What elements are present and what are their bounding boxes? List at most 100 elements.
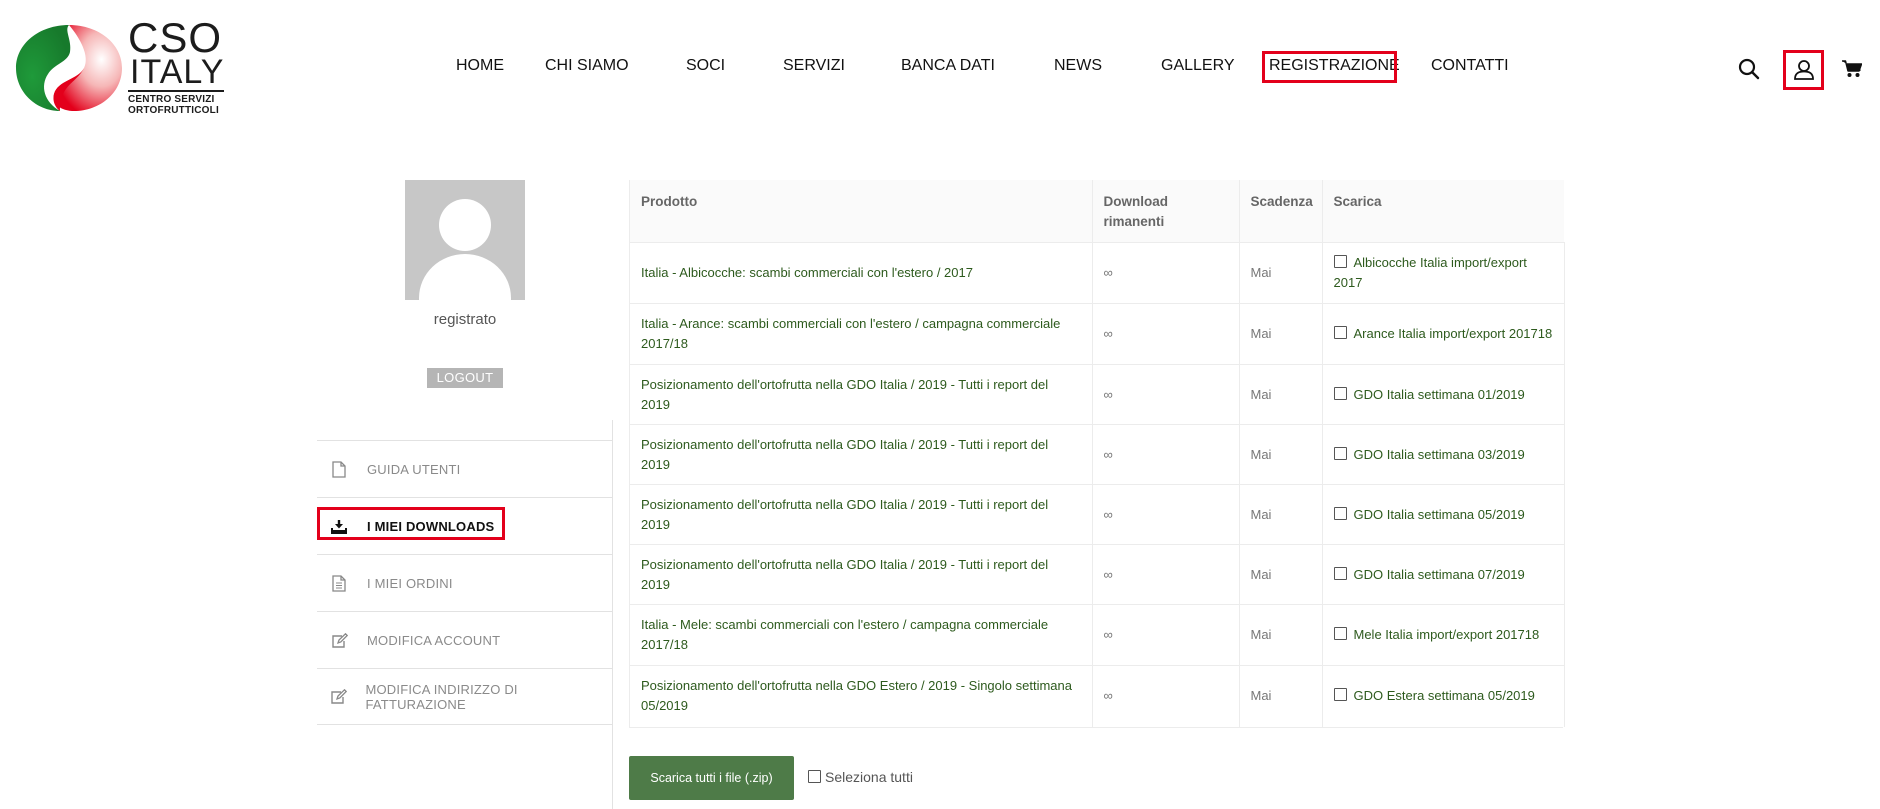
- search-icon[interactable]: [1738, 58, 1760, 80]
- menu-item-label: I MIEI ORDINI: [367, 575, 453, 591]
- menu-item-i-miei-ordini[interactable]: I MIEI ORDINI: [317, 554, 613, 611]
- menu-item-label: MODIFICA INDIRIZZO DI FATTURAZIONE: [365, 681, 518, 712]
- column-header-prodotto: Prodotto: [630, 180, 1093, 243]
- product-link[interactable]: Italia - Mele: scambi commerciali con l'…: [630, 604, 1093, 666]
- account-menu: GUIDA UTENTI I MIEI DOWNLOADS I MIEI ORD…: [317, 440, 613, 725]
- product-link[interactable]: Posizionamento dell'ortofrutta nella GDO…: [630, 665, 1093, 727]
- orders-icon: [317, 574, 361, 592]
- download-cell: Mele Italia import/export 201718: [1322, 604, 1565, 666]
- nav-contatti[interactable]: CONTATTI: [1431, 56, 1509, 76]
- download-checkbox[interactable]: [1333, 506, 1347, 520]
- table-row: Posizionamento dell'ortofrutta nella GDO…: [630, 364, 1565, 425]
- product-link[interactable]: Posizionamento dell'ortofrutta nella GDO…: [630, 424, 1093, 485]
- nav-news[interactable]: NEWS: [1054, 56, 1102, 76]
- expiry: Mai: [1239, 364, 1323, 425]
- table-row: Posizionamento dell'ortofrutta nella GDO…: [630, 484, 1565, 545]
- downloads-remaining: ∞: [1092, 242, 1240, 304]
- nav-home[interactable]: HOME: [456, 56, 504, 76]
- expiry: Mai: [1239, 484, 1323, 545]
- nav-soci[interactable]: SOCI: [686, 56, 725, 76]
- nav-banca-dati[interactable]: BANCA DATI: [901, 56, 995, 76]
- nav-registrazione-highlight: [1262, 51, 1397, 83]
- downloads-remaining: ∞: [1092, 303, 1240, 365]
- download-cell: GDO Italia settimana 05/2019: [1322, 484, 1565, 545]
- download-checkbox[interactable]: [1333, 566, 1347, 580]
- nav-gallery[interactable]: GALLERY: [1161, 56, 1235, 76]
- download-link[interactable]: Albicocche Italia import/export 2017: [1334, 255, 1527, 290]
- download-checkbox[interactable]: [1333, 688, 1347, 702]
- downloads-remaining: ∞: [1092, 484, 1240, 545]
- active-menu-highlight: [317, 507, 505, 540]
- cart-icon[interactable]: [1842, 60, 1862, 78]
- nav-chi-siamo[interactable]: CHI SIAMO: [545, 56, 629, 76]
- table-row: Italia - Arance: scambi commerciali con …: [630, 303, 1565, 365]
- downloads-remaining: ∞: [1092, 424, 1240, 485]
- avatar: [405, 180, 525, 300]
- product-link[interactable]: Posizionamento dell'ortofrutta nella GDO…: [630, 364, 1093, 425]
- expiry: Mai: [1239, 604, 1323, 666]
- logo-tagline: CENTRO SERVIZI ORTOFRUTTICOLI: [128, 90, 225, 116]
- download-checkbox[interactable]: [1333, 255, 1347, 268]
- expiry: Mai: [1239, 544, 1323, 605]
- table-row: Italia - Albicocche: scambi commerciali …: [630, 242, 1565, 304]
- nav-servizi[interactable]: SERVIZI: [783, 56, 845, 76]
- menu-item-modifica-account[interactable]: MODIFICA ACCOUNT: [317, 611, 613, 668]
- avatar-placeholder-icon: [419, 199, 511, 300]
- product-link[interactable]: Italia - Arance: scambi commerciali con …: [630, 303, 1093, 365]
- logo-tagline-line1: CENTRO SERVIZI: [128, 94, 215, 105]
- select-all-control[interactable]: Seleziona tutti: [808, 769, 913, 785]
- expiry: Mai: [1239, 303, 1323, 365]
- downloads-remaining: ∞: [1092, 604, 1240, 666]
- account-button[interactable]: [1783, 50, 1824, 90]
- logo-text-cso: CSO: [128, 14, 223, 61]
- table-row: Posizionamento dell'ortofrutta nella GDO…: [630, 544, 1565, 605]
- expiry: Mai: [1239, 665, 1323, 727]
- download-cell: Albicocche Italia import/export 2017: [1322, 242, 1565, 304]
- download-link[interactable]: Mele Italia import/export 201718: [1354, 627, 1540, 642]
- menu-divider: [612, 420, 613, 809]
- username: registrato: [433, 311, 497, 328]
- menu-item-label: MODIFICA ACCOUNT: [367, 632, 501, 648]
- table-row: Italia - Mele: scambi commerciali con l'…: [630, 604, 1565, 666]
- edit-icon: [317, 689, 359, 704]
- download-link[interactable]: Arance Italia import/export 201718: [1354, 326, 1553, 341]
- product-link[interactable]: Posizionamento dell'ortofrutta nella GDO…: [630, 544, 1093, 605]
- logo-tagline-line2: ORTOFRUTTICOLI: [128, 105, 219, 116]
- download-checkbox[interactable]: [1333, 386, 1347, 400]
- download-link[interactable]: GDO Italia settimana 03/2019: [1354, 447, 1525, 462]
- download-checkbox[interactable]: [1333, 446, 1347, 460]
- logout-button[interactable]: LOGOUT: [427, 368, 503, 388]
- logo-mark-icon: [16, 25, 122, 112]
- menu-item-i-miei-downloads[interactable]: I MIEI DOWNLOADS: [317, 497, 613, 554]
- menu-item-guida-utenti[interactable]: GUIDA UTENTI: [317, 440, 613, 497]
- site-logo[interactable]: CSO ITALY CENTRO SERVIZI ORTOFRUTTICOLI: [14, 14, 236, 116]
- download-cell: GDO Estera settimana 05/2019: [1322, 665, 1565, 727]
- download-cell: GDO Italia settimana 01/2019: [1322, 364, 1565, 425]
- edit-icon: [317, 632, 361, 648]
- select-all-checkbox[interactable]: [808, 770, 821, 783]
- download-link[interactable]: GDO Italia settimana 05/2019: [1354, 507, 1525, 522]
- product-link[interactable]: Italia - Albicocche: scambi commerciali …: [630, 242, 1093, 304]
- logo-text-italy: ITALY: [130, 53, 225, 91]
- download-all-zip-button[interactable]: Scarica tutti i file (.zip): [629, 756, 794, 800]
- download-cell: Arance Italia import/export 201718: [1322, 303, 1565, 365]
- download-cell: GDO Italia settimana 03/2019: [1322, 424, 1565, 485]
- download-checkbox[interactable]: [1333, 627, 1347, 640]
- menu-item-modifica-indirizzo[interactable]: MODIFICA INDIRIZZO DI FATTURAZIONE: [317, 668, 613, 725]
- select-all-label: Seleziona tutti: [825, 769, 913, 785]
- downloads-remaining: ∞: [1092, 544, 1240, 605]
- table-row: Posizionamento dell'ortofrutta nella GDO…: [630, 424, 1565, 485]
- download-link[interactable]: GDO Italia settimana 01/2019: [1354, 387, 1525, 402]
- document-icon: [317, 460, 361, 478]
- download-checkbox[interactable]: [1333, 326, 1347, 339]
- expiry: Mai: [1239, 424, 1323, 485]
- table-row: Posizionamento dell'ortofrutta nella GDO…: [630, 665, 1565, 727]
- product-link[interactable]: Posizionamento dell'ortofrutta nella GDO…: [630, 484, 1093, 545]
- column-header-scadenza: Scadenza: [1239, 180, 1323, 243]
- downloads-remaining: ∞: [1092, 364, 1240, 425]
- user-icon: [1794, 60, 1814, 80]
- column-header-scarica: Scarica: [1322, 180, 1564, 243]
- download-link[interactable]: GDO Italia settimana 07/2019: [1354, 567, 1525, 582]
- download-link[interactable]: GDO Estera settimana 05/2019: [1354, 688, 1535, 703]
- downloads-remaining: ∞: [1092, 665, 1240, 727]
